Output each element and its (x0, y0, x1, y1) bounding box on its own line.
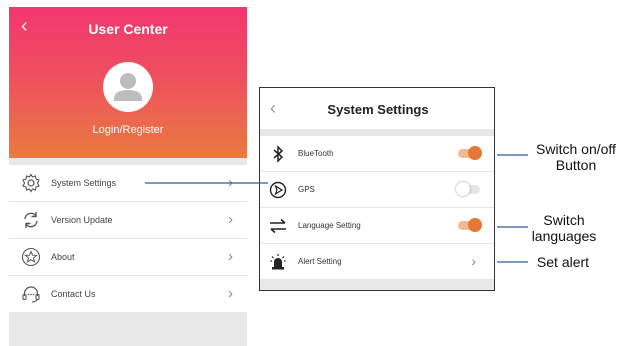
annotation-line: Button (555, 157, 597, 173)
annotation-switch-onoff: Switch on/off Button (526, 141, 626, 173)
annotation-line: languages (531, 228, 597, 244)
annotation-switch-languages: Switch languages (528, 212, 600, 244)
callout-lines (145, 154, 528, 263)
annotation-line: Set alert (536, 254, 590, 270)
annotation-set-alert: Set alert (529, 254, 597, 270)
annotation-line: Switch on/off (536, 141, 616, 157)
annotation-line: Switch (543, 212, 585, 228)
